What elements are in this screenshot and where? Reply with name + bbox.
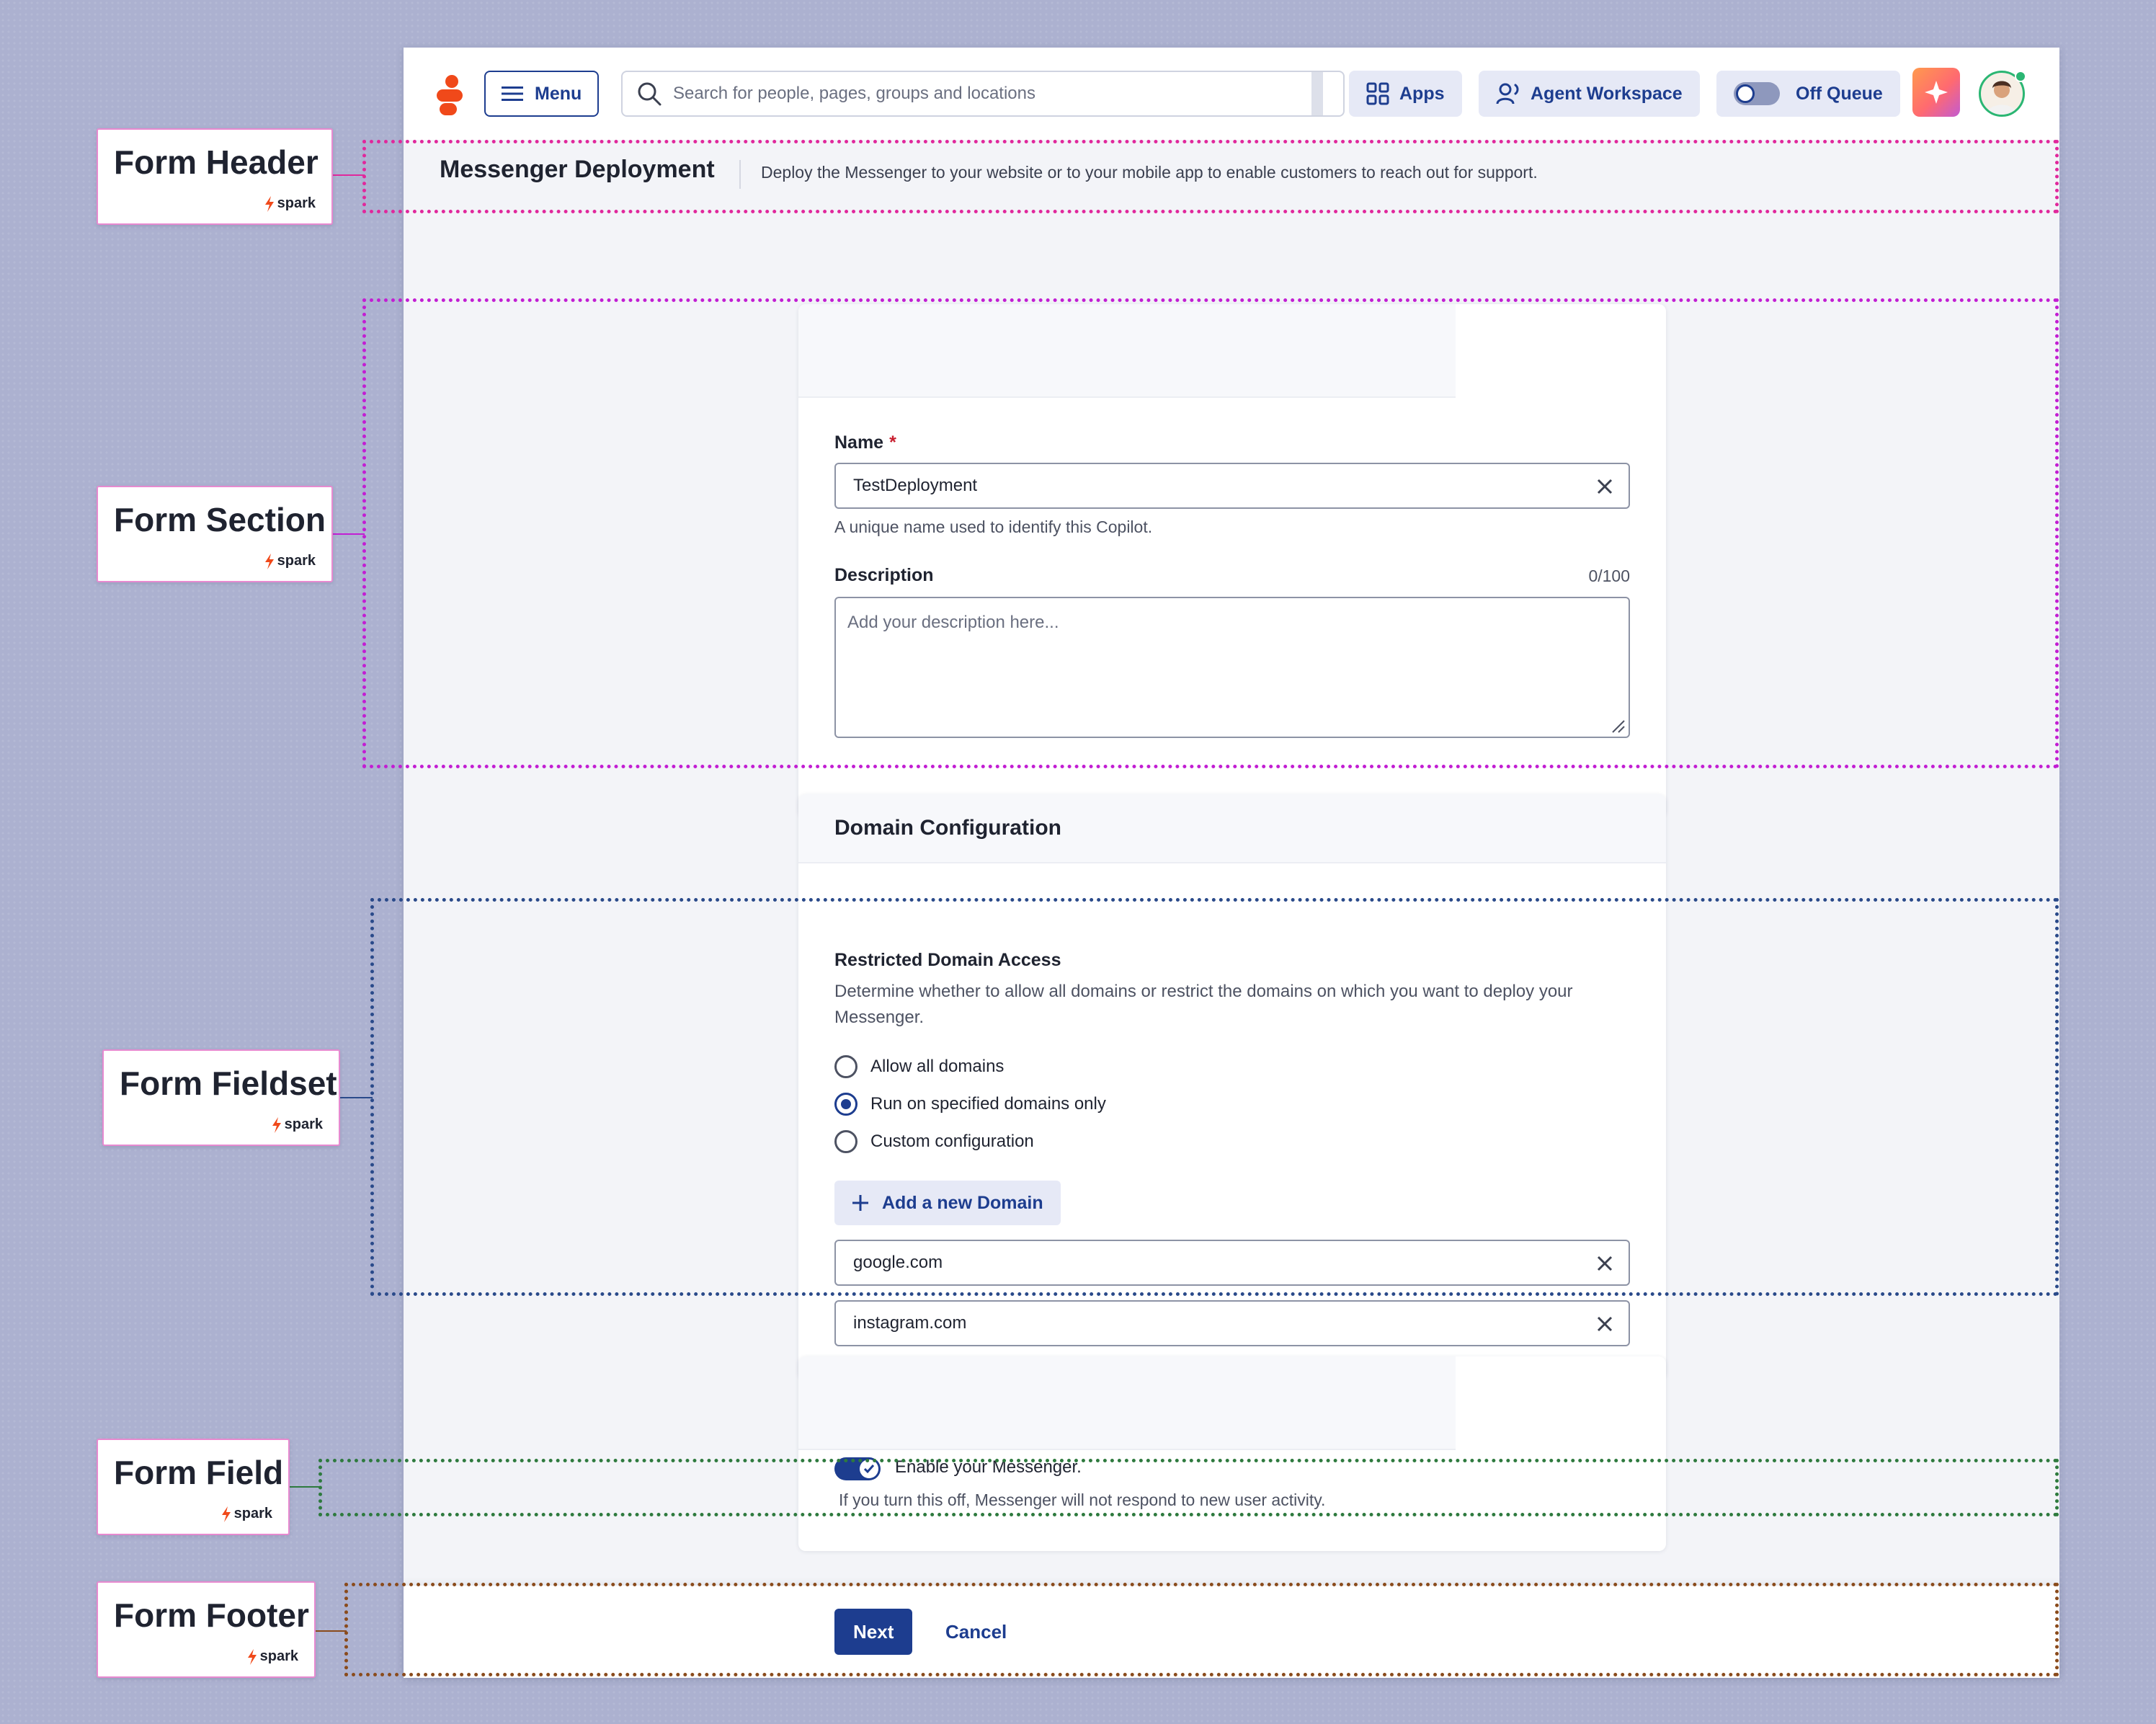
leader-line xyxy=(333,174,365,176)
spark-brand-text: spark xyxy=(277,195,316,211)
online-status-dot xyxy=(2015,71,2026,82)
hamburger-icon xyxy=(502,86,523,101)
app-window: Menu Apps Agent Work xyxy=(404,48,2059,1678)
sparkle-icon xyxy=(1925,81,1948,104)
queue-switch[interactable] xyxy=(1734,82,1780,105)
clear-icon[interactable] xyxy=(1597,1316,1613,1332)
bolt-icon xyxy=(272,1116,281,1133)
leader-line xyxy=(340,1097,373,1098)
menu-label: Menu xyxy=(535,83,582,104)
leader-line xyxy=(290,1486,321,1488)
form-header-outline xyxy=(362,140,2059,213)
spark-brand-text: spark xyxy=(259,1648,298,1664)
apps-label: Apps xyxy=(1399,83,1445,104)
annotation-text: Form Section xyxy=(114,501,326,538)
form-footer-outline xyxy=(344,1583,2059,1676)
spark-logo: spark xyxy=(247,1648,298,1665)
section-title: Domain Configuration xyxy=(834,816,1061,840)
spark-logo: spark xyxy=(272,1116,323,1133)
search-scroll-edge xyxy=(1311,72,1323,115)
section-header-blank xyxy=(798,1356,1456,1450)
domain-input[interactable] xyxy=(852,1312,1572,1334)
spark-brand-text: spark xyxy=(233,1506,272,1521)
annotation-form-fieldset: Form Fieldset spark xyxy=(102,1049,340,1146)
search-input[interactable] xyxy=(672,83,1306,105)
queue-label: Off Queue xyxy=(1796,83,1883,104)
top-nav-bar: Menu Apps Agent Work xyxy=(404,48,2059,140)
agent-workspace-button[interactable]: Agent Workspace xyxy=(1479,71,1700,117)
ai-assistant-button[interactable] xyxy=(1912,68,1960,117)
leader-line xyxy=(333,533,365,535)
logo[interactable] xyxy=(437,75,463,115)
annotation-form-field: Form Field spark xyxy=(97,1439,290,1535)
form-fieldset-outline xyxy=(370,898,2059,1296)
spark-logo: spark xyxy=(221,1506,272,1522)
annotation-form-section: Form Section spark xyxy=(97,486,333,582)
agent-headset-icon xyxy=(1496,83,1519,105)
bolt-icon xyxy=(264,553,274,569)
form-section-enable: Enable your Messenger. If you turn this … xyxy=(798,1356,1666,1551)
annotation-form-footer: Form Footer spark xyxy=(97,1581,316,1678)
spark-logo: spark xyxy=(264,553,316,569)
apps-button[interactable]: Apps xyxy=(1349,71,1462,117)
apps-grid-icon xyxy=(1366,82,1389,105)
form-field-outline xyxy=(318,1459,2059,1516)
form-section-outline xyxy=(362,298,2059,768)
leader-line xyxy=(316,1630,347,1632)
menu-button[interactable]: Menu xyxy=(484,71,600,117)
agent-workspace-label: Agent Workspace xyxy=(1531,83,1683,104)
bolt-icon xyxy=(247,1648,257,1665)
annotation-text: Form Field xyxy=(114,1454,284,1491)
domain-field[interactable] xyxy=(834,1300,1630,1346)
spark-brand-text: spark xyxy=(277,553,316,569)
annotation-form-header: Form Header spark xyxy=(97,128,333,225)
annotation-text: Form Footer xyxy=(114,1596,309,1634)
bolt-icon xyxy=(221,1506,231,1522)
spark-logo: spark xyxy=(264,195,316,212)
annotation-text: Form Fieldset xyxy=(120,1065,337,1102)
queue-toggle[interactable]: Off Queue xyxy=(1716,71,1900,117)
search-icon xyxy=(638,82,662,106)
annotation-text: Form Header xyxy=(114,143,318,181)
section-header: Domain Configuration xyxy=(798,794,1666,863)
spark-brand-text: spark xyxy=(284,1116,323,1132)
bolt-icon xyxy=(264,195,274,212)
global-search[interactable] xyxy=(621,71,1345,117)
